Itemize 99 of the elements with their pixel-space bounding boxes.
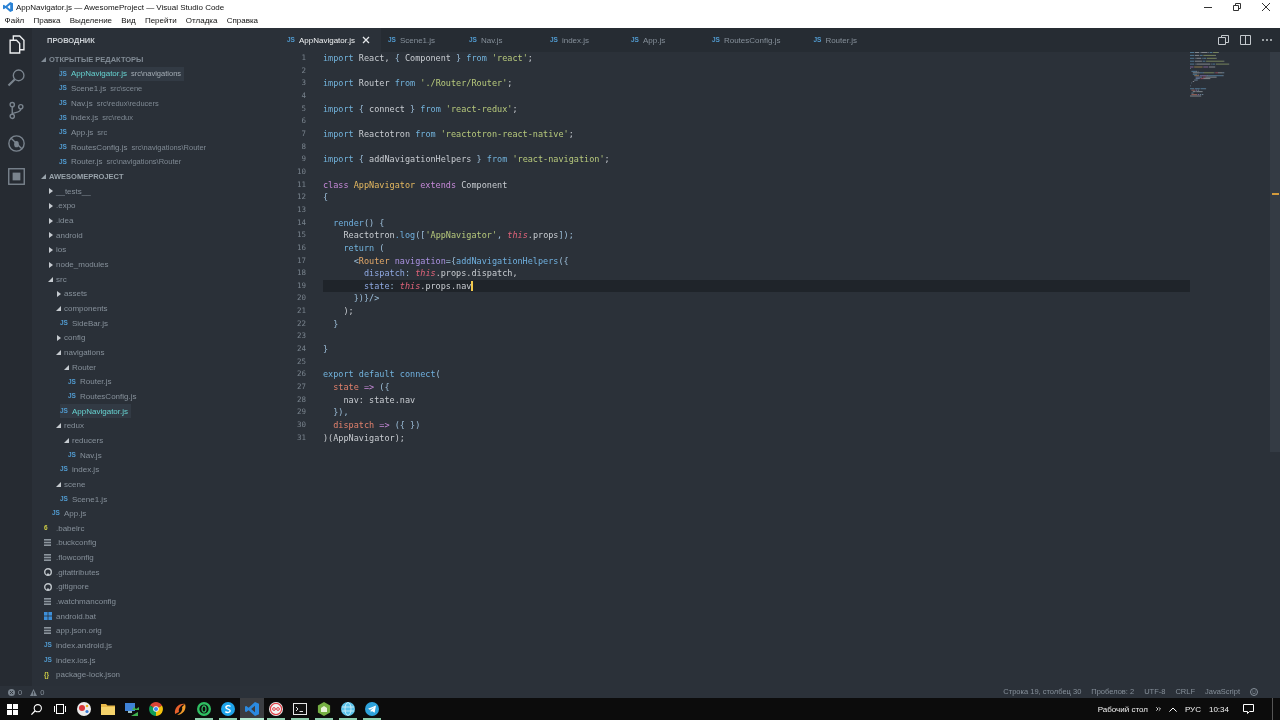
folder-item[interactable]: android [44, 227, 86, 243]
menu-item[interactable]: Вид [116, 15, 141, 27]
minimize-icon [1203, 6, 1212, 8]
overlapping-squares-icon [1217, 35, 1229, 45]
four-panes-icon [44, 612, 52, 621]
search-icon [7, 69, 25, 86]
code-line: import { addNavigationHelpers } from 'react-navigation'; [323, 153, 610, 166]
lines-icon [44, 598, 51, 606]
code-line: import Router from './Router/Router'; [323, 77, 513, 90]
folder-item[interactable]: .expo [44, 198, 79, 214]
code-line: dispatch: this.props.dispatch, [362, 267, 518, 280]
code-line: class AppNavigator extends Component [323, 178, 508, 192]
file-item[interactable]: .gitattributes [44, 564, 103, 580]
file-item[interactable]: .gitignore [44, 579, 92, 595]
code-line: return ( [342, 241, 385, 255]
code-line: import { connect } from 'react-redux'; [323, 102, 518, 116]
palette-icon [77, 702, 91, 716]
task-view-icon [54, 704, 66, 714]
menu-item[interactable]: Файл [0, 15, 29, 27]
round-logo-icon [44, 568, 52, 577]
code-line: ); [342, 305, 354, 318]
swirl-icon [173, 702, 187, 716]
code-line: import React, { Component } from 'react'; [323, 52, 533, 65]
code-line: )(AppNavigator); [323, 431, 405, 445]
file-item[interactable]: .buckconfig [44, 535, 100, 551]
menu-item[interactable]: Справка [222, 15, 263, 27]
speech-bubble-icon [1243, 704, 1254, 714]
folder-item[interactable]: reducers [60, 433, 107, 448]
restore-icon [1232, 3, 1241, 11]
globe-icon [341, 702, 355, 716]
split-editor-icon [1239, 35, 1251, 45]
smiley-icon [1250, 688, 1258, 696]
taskbar-app[interactable] [240, 698, 264, 720]
folder-item[interactable]: assets [52, 286, 91, 302]
search-icon [30, 703, 42, 715]
folder-item[interactable]: .idea [44, 213, 77, 228]
code-line: render() { [332, 216, 385, 230]
nested-squares-icon [7, 168, 25, 185]
file-item[interactable]: app.json.orig [44, 623, 105, 639]
close-icon [1261, 3, 1270, 11]
chevron-up-icon [1168, 706, 1177, 712]
language-indicator[interactable]: РУС [1180, 698, 1205, 720]
loop-circle-icon [269, 702, 283, 716]
file-item[interactable]: .watchmanconfig [44, 594, 120, 609]
code-line: export default connect( [323, 368, 441, 382]
four-panes-icon [6, 703, 18, 715]
menu-item[interactable]: Перейти [140, 15, 182, 27]
ring-icon [197, 702, 211, 716]
folder-item[interactable]: redux [52, 418, 87, 434]
minimap [1190, 52, 1230, 97]
lines-icon [44, 554, 51, 562]
monitor-arrow-icon [125, 702, 139, 716]
code-line: nav: state.nav [342, 393, 416, 407]
folder-item[interactable]: scene [52, 477, 89, 492]
folder-item[interactable]: src [44, 271, 70, 287]
folder-item[interactable]: config [52, 330, 89, 346]
menu-item[interactable]: Выделение [65, 15, 117, 27]
folder-item[interactable]: navigations [52, 345, 108, 360]
branch-icon [7, 102, 25, 119]
code-line: } [323, 343, 329, 356]
double-chevron-icon [1155, 707, 1161, 711]
close-icon [363, 37, 369, 43]
code-line: state: this.props.nav [362, 279, 472, 293]
folder-item[interactable]: components [52, 301, 111, 316]
paper-plane-icon [365, 702, 379, 716]
text-cursor [471, 281, 473, 292]
window-title: AppNavigator.js — AwesomeProject — Visual Studio Code [16, 2, 225, 12]
lines-icon [44, 627, 51, 635]
round-logo-icon [44, 582, 52, 591]
desktop-toolbar[interactable]: Рабочий стол [1093, 698, 1152, 720]
folder-item[interactable]: ios [44, 242, 70, 258]
folder-item[interactable]: Router [60, 359, 99, 375]
code-line: } [332, 317, 339, 331]
folder-icon [101, 702, 115, 716]
code-line: })}/> [352, 292, 380, 306]
s-curve-circle-icon [221, 702, 235, 716]
terminal-icon [293, 702, 307, 716]
file-item[interactable]: android.bat [44, 608, 100, 624]
code-line: { [323, 191, 329, 204]
folder-item[interactable]: node_modules [44, 257, 112, 272]
file-item[interactable]: .flowconfig [44, 550, 97, 565]
code-line: dispatch => ({ }) [332, 419, 421, 432]
hexagon-icon [317, 702, 331, 716]
clock[interactable]: 10:34 [1204, 698, 1233, 720]
tricolor-circle-icon [149, 702, 163, 716]
code-line: state => ({ [332, 381, 390, 394]
code-line: import Reactotron from 'reactotron-react-native'; [323, 127, 574, 141]
menu-item[interactable]: Правка [28, 15, 66, 27]
menu-item[interactable]: Отладка [181, 15, 223, 27]
ribbon-logo-icon [245, 702, 259, 716]
crossed-bug-icon [7, 135, 25, 152]
code-line: <Router navigation={addNavigationHelpers({ [352, 254, 569, 268]
feedback-button[interactable] [1250, 686, 1258, 698]
files-icon [7, 36, 25, 53]
folder-item[interactable]: __tests__ [44, 183, 94, 199]
ribbon-logo-icon [3, 2, 13, 12]
lines-icon [44, 539, 51, 547]
code-line: Reactotron.log(['AppNavigator', this.props]); [342, 229, 574, 242]
code-line: }), [332, 406, 349, 420]
